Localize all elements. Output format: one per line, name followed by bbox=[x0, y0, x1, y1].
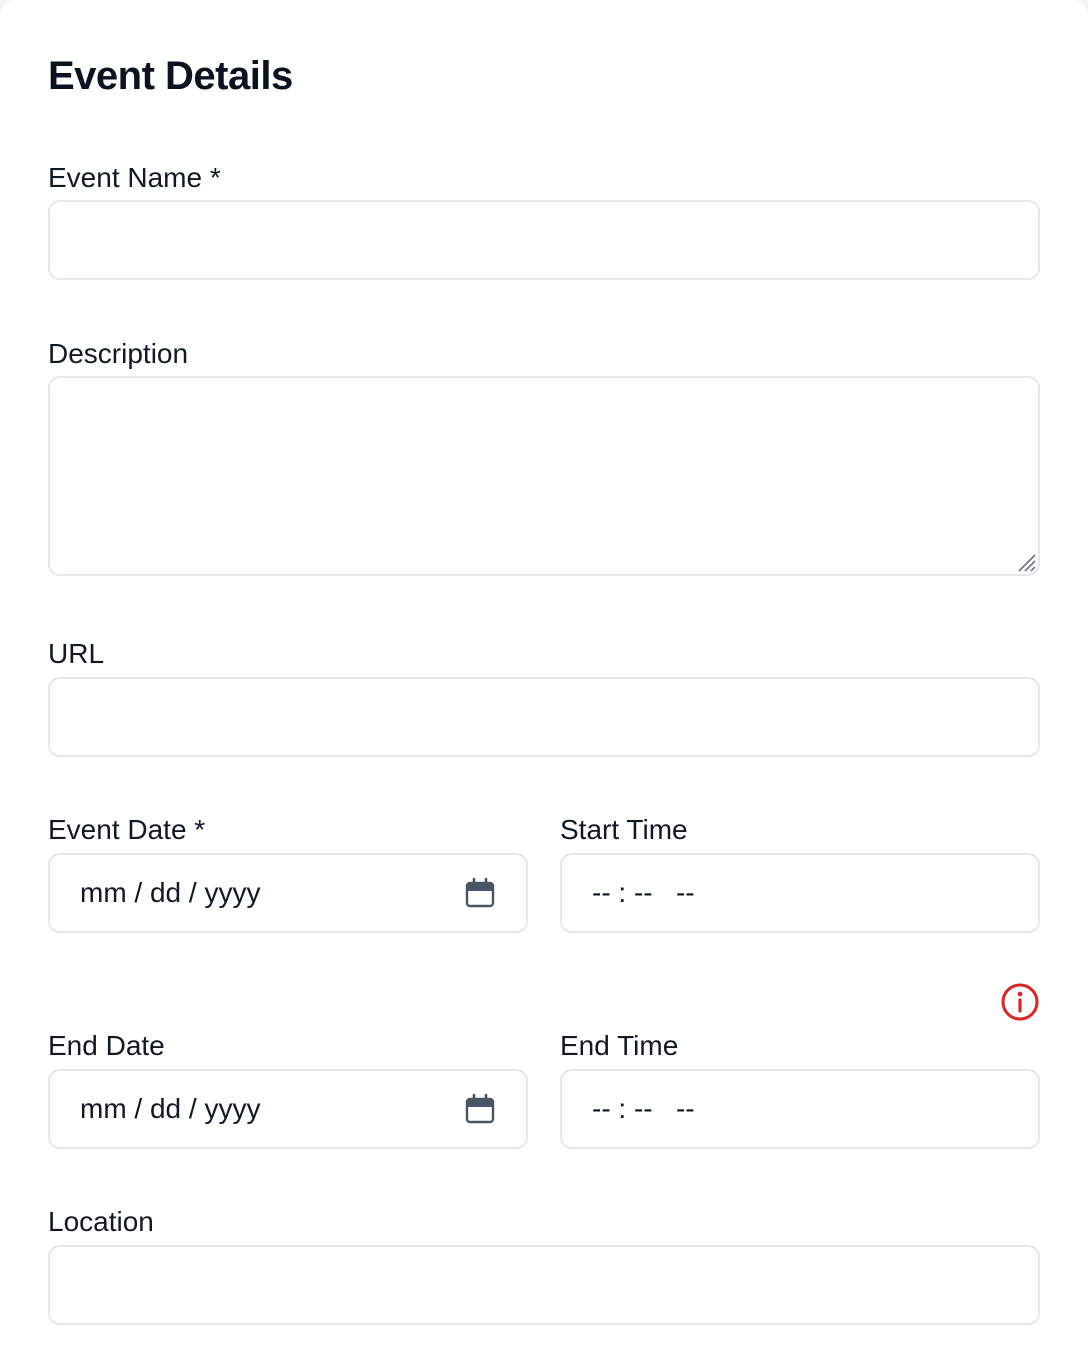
url-label: URL bbox=[48, 638, 105, 669]
event-details-card: Event Details Event Name * Description U… bbox=[0, 0, 1088, 1372]
end-time-input[interactable]: -- : -- -- bbox=[560, 1069, 1040, 1149]
location-input[interactable] bbox=[48, 1245, 1040, 1325]
start-time-placeholder: -- : -- -- bbox=[592, 877, 695, 908]
info-icon[interactable] bbox=[1000, 982, 1040, 1022]
event-date-input[interactable]: mm / dd / yyyy bbox=[48, 853, 528, 933]
start-time-label: Start Time bbox=[560, 814, 688, 845]
calendar-icon[interactable] bbox=[464, 1093, 496, 1125]
event-date-label: Event Date * bbox=[48, 814, 206, 845]
location-label: Location bbox=[48, 1206, 154, 1237]
event-name-input[interactable] bbox=[48, 200, 1040, 280]
start-time-input[interactable]: -- : -- -- bbox=[560, 853, 1040, 933]
calendar-icon[interactable] bbox=[464, 877, 496, 909]
page-title: Event Details bbox=[48, 54, 293, 98]
end-date-label: End Date bbox=[48, 1030, 165, 1061]
end-date-input[interactable]: mm / dd / yyyy bbox=[48, 1069, 528, 1149]
event-date-placeholder: mm / dd / yyyy bbox=[80, 877, 261, 908]
resize-handle-icon[interactable] bbox=[1016, 552, 1036, 572]
end-time-label: End Time bbox=[560, 1030, 679, 1061]
event-name-label: Event Name * bbox=[48, 162, 221, 193]
end-time-placeholder: -- : -- -- bbox=[592, 1093, 695, 1124]
description-label: Description bbox=[48, 338, 189, 369]
description-textarea[interactable] bbox=[48, 376, 1040, 576]
end-date-placeholder: mm / dd / yyyy bbox=[80, 1093, 261, 1124]
url-input[interactable] bbox=[48, 677, 1040, 757]
